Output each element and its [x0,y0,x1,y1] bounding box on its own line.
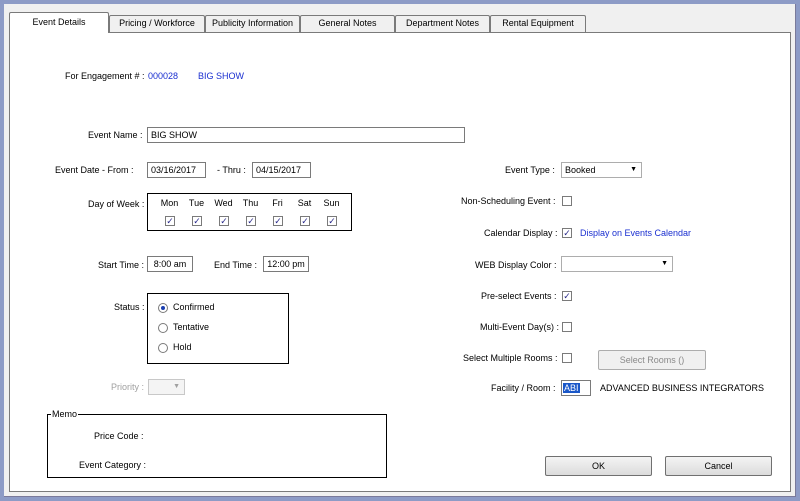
event-details-window: Event Details Pricing / Workforce Public… [4,4,796,497]
end-time-label: End Time : [214,260,258,270]
tab-pricing-workforce[interactable]: Pricing / Workforce [109,15,205,32]
day-header-tue: Tue [188,198,205,208]
facility-room-label: Facility / Room : [491,383,556,393]
memo-legend: Memo [51,409,79,419]
engagement-label: For Engagement # : [65,71,145,81]
memo-group: Memo Price Code : Event Category : [47,409,387,478]
status-radio-hold[interactable] [158,343,168,353]
end-time-input[interactable]: 12:00 pm [263,256,309,272]
facility-room-code-input[interactable]: ABI [561,380,591,396]
priority-label: Priority : [111,382,145,392]
day-of-week-box: Mon Tue Wed Thu Fri Sat Sun ✓ ✓ ✓ ✓ ✓ ✓ … [147,193,352,231]
day-of-week-label: Day of Week : [88,199,145,209]
facility-room-name: ADVANCED BUSINESS INTEGRATORS [600,383,765,393]
tab-department-notes[interactable]: Department Notes [395,15,490,32]
status-radio-confirmed[interactable] [158,303,168,313]
web-display-color-label: WEB Display Color : [475,260,557,270]
status-radio-tentative[interactable] [158,323,168,333]
engagement-name: BIG SHOW [198,71,245,81]
event-date-from-label: Event Date - From : [55,165,134,175]
tab-rental-equipment[interactable]: Rental Equipment [490,15,586,32]
tab-general-notes[interactable]: General Notes [300,15,395,32]
start-time-input[interactable]: 8:00 am [147,256,193,272]
calendar-display-text: Display on Events Calendar [580,228,692,238]
day-header-sun: Sun [323,198,340,208]
day-header-sat: Sat [297,198,312,208]
start-time-label: Start Time : [98,260,145,270]
ok-button[interactable]: OK [545,456,652,476]
day-checkbox-fri[interactable]: ✓ [273,216,283,226]
event-type-label: Event Type : [505,165,555,175]
engagement-number: 000028 [148,71,179,81]
tab-event-details[interactable]: Event Details [9,12,109,33]
calendar-display-label: Calendar Display : [484,228,558,238]
select-rooms-button[interactable]: Select Rooms () [598,350,706,370]
priority-select[interactable]: ▼ [148,379,185,395]
event-type-value: Booked [565,165,596,175]
tab-strip: Event Details Pricing / Workforce Public… [9,12,789,33]
day-checkbox-wed[interactable]: ✓ [219,216,229,226]
status-option-confirmed-label: Confirmed [173,302,215,312]
non-scheduling-checkbox[interactable] [562,196,572,206]
day-header-fri: Fri [272,198,283,208]
chevron-down-icon: ▼ [630,166,637,173]
day-checkbox-tue[interactable]: ✓ [192,216,202,226]
day-checkbox-thu[interactable]: ✓ [246,216,256,226]
price-code-label: Price Code : [94,431,144,441]
chevron-down-icon: ▼ [661,260,668,267]
preselect-events-checkbox[interactable]: ✓ [562,291,572,301]
non-scheduling-label: Non-Scheduling Event : [461,196,556,206]
status-label: Status : [114,302,145,312]
day-header-mon: Mon [160,198,179,208]
multi-event-label: Multi-Event Day(s) : [480,322,560,332]
tab-publicity-information[interactable]: Publicity Information [205,15,300,32]
event-type-select[interactable]: Booked ▼ [561,162,642,178]
event-category-label: Event Category : [79,460,147,470]
event-date-thru-input[interactable]: 04/15/2017 [252,162,311,178]
event-name-input[interactable]: BIG SHOW [147,127,465,143]
multiple-rooms-checkbox[interactable] [562,353,572,363]
day-checkbox-mon[interactable]: ✓ [165,216,175,226]
multi-event-checkbox[interactable] [562,322,572,332]
cancel-button[interactable]: Cancel [665,456,772,476]
day-header-wed: Wed [214,198,233,208]
preselect-events-label: Pre-select Events : [481,291,557,301]
event-name-label: Event Name : [88,130,143,140]
event-date-thru-label: - Thru : [217,165,246,175]
multiple-rooms-label: Select Multiple Rooms : [463,353,558,363]
day-header-thu: Thu [242,198,259,208]
event-details-panel: For Engagement # : 000028 BIG SHOW Event… [9,32,791,492]
day-checkbox-sat[interactable]: ✓ [300,216,310,226]
day-checkbox-sun[interactable]: ✓ [327,216,337,226]
event-date-from-input[interactable]: 03/16/2017 [147,162,206,178]
status-option-tentative-label: Tentative [173,322,210,332]
chevron-down-icon: ▼ [173,383,180,390]
facility-room-code: ABI [563,383,580,393]
calendar-display-checkbox[interactable]: ✓ [562,228,572,238]
web-display-color-select[interactable]: ▼ [561,256,673,272]
status-option-hold-label: Hold [173,342,192,352]
status-group: Confirmed Tentative Hold [147,293,289,364]
